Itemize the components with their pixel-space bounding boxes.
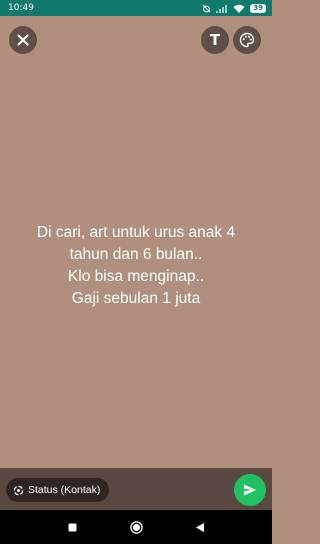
navigation-bar [0,510,272,544]
palette-icon [239,32,255,48]
home-button[interactable] [124,515,148,539]
signal-icon [216,4,228,13]
close-icon [17,34,29,46]
send-button[interactable] [234,474,266,506]
back-button[interactable] [188,515,212,539]
recents-icon [68,523,76,531]
send-icon [244,484,256,496]
battery-icon: 39 [250,3,266,13]
back-icon [196,522,204,532]
audience-label: Status (Kontak) [28,484,101,496]
wifi-icon [233,4,245,13]
home-icon [129,520,143,534]
status-line: tahun dan 6 bulan.. [69,246,203,263]
status-line: Di cari, art untuk urus anak 4 [36,224,236,241]
status-line: Gaji sebulan 1 juta [71,290,201,307]
text-icon: T [209,31,221,49]
color-palette-button[interactable] [233,26,261,54]
status-icons: 39 [202,3,266,13]
status-line: Klo bisa menginap.. [67,268,205,285]
status-audience-button[interactable]: Status (Kontak) [6,478,110,502]
alarm-off-icon [202,4,211,12]
status-bar: 10:49 39 [0,0,272,16]
recents-button[interactable] [60,515,84,539]
status-text[interactable]: Di cari, art untuk urus anak 4 tahun dan… [0,222,272,310]
text-font-button[interactable]: T [201,26,229,54]
close-button[interactable] [9,26,37,54]
status-time: 10:49 [8,3,34,13]
status-ring-icon [13,485,24,495]
